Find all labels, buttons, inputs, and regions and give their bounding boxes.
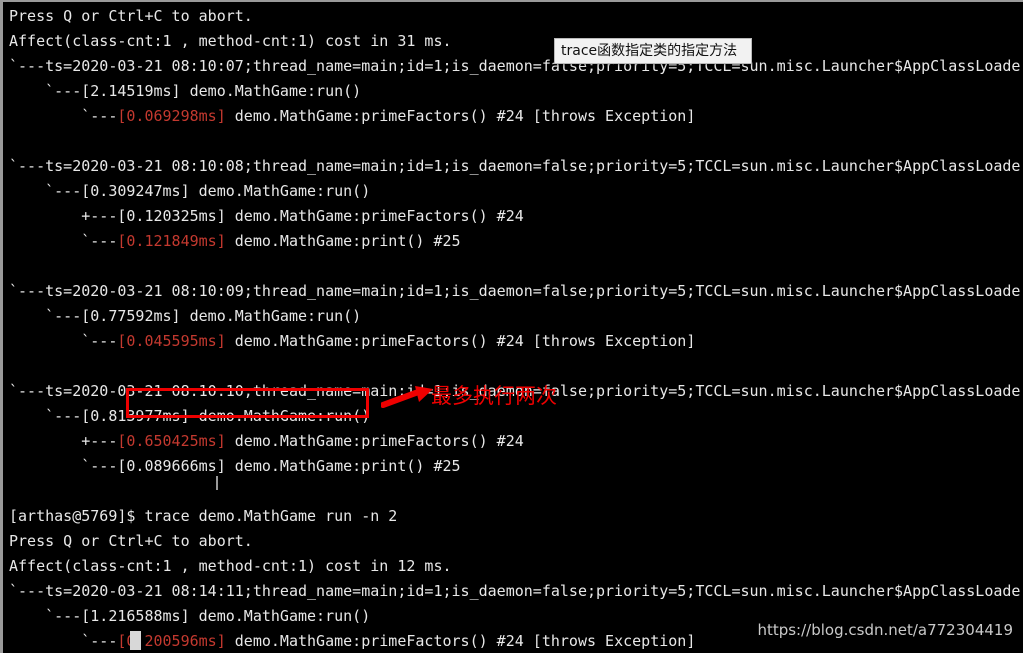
- terminal-text: Press Q or Ctrl+C to abort.: [9, 7, 253, 25]
- terminal-line: Affect(class-cnt:1 , method-cnt:1) cost …: [9, 29, 1023, 54]
- terminal-line: +---[0.650425ms] demo.MathGame:primeFact…: [9, 429, 1023, 454]
- terminal-window[interactable]: Press Q or Ctrl+C to abort. Affect(class-…: [0, 0, 1023, 653]
- terminal-text: Press Q or Ctrl+C to abort.: [9, 532, 253, 550]
- terminal-line: Affect(class-cnt:1 , method-cnt:1) cost …: [9, 554, 1023, 579]
- trace-cost-value: [0.069298ms]: [117, 107, 226, 125]
- cursor-artifact: [216, 476, 218, 490]
- terminal-line: `---[0.045595ms] demo.MathGame:primeFact…: [9, 329, 1023, 354]
- terminal-text: `---ts=2020-03-21 08:14:11;thread_name=m…: [9, 582, 1023, 600]
- terminal-text: `---ts=2020-03-21 08:10:09;thread_name=m…: [9, 282, 1023, 300]
- terminal-line: [arthas@5769]$ trace demo.MathGame run -…: [9, 504, 1023, 529]
- terminal-line: `---[0.089666ms] demo.MathGame:print() #…: [9, 454, 1023, 479]
- terminal-line: `---[0.309247ms] demo.MathGame:run(): [9, 179, 1023, 204]
- terminal-text: `---: [9, 232, 118, 250]
- terminal-line: `---ts=2020-03-21 08:10:09;thread_name=m…: [9, 279, 1023, 304]
- terminal-text: +---[0.120325ms] demo.MathGame:primeFact…: [9, 207, 524, 225]
- terminal-text: `---[2.14519ms] demo.MathGame:run(): [9, 82, 362, 100]
- annotation-label-max-executions: 最多执行两次: [431, 384, 557, 408]
- terminal-text: `---: [9, 107, 118, 125]
- terminal-text: Affect(class-cnt:1 , method-cnt:1) cost …: [9, 32, 452, 50]
- terminal-text: `---[0.813977ms] demo.MathGame:run(): [9, 407, 371, 425]
- trace-cost-value: [0.650425ms]: [117, 432, 226, 450]
- terminal-text: `---ts=2020-03-21 08:10:08;thread_name=m…: [9, 157, 1023, 175]
- terminal-text: +---: [9, 432, 118, 450]
- terminal-text: `---[0.089666ms] demo.MathGame:print() #…: [9, 457, 461, 475]
- terminal-line: `---[2.14519ms] demo.MathGame:run(): [9, 79, 1023, 104]
- terminal-text: `---[1.216588ms] demo.MathGame:run(): [9, 607, 371, 625]
- terminal-line: `---ts=2020-03-21 08:10:07;thread_name=m…: [9, 54, 1023, 79]
- terminal-text: Affect(class-cnt:1 , method-cnt:1) cost …: [9, 557, 452, 575]
- terminal-text: demo.MathGame:print() #25: [225, 232, 461, 250]
- terminal-text: demo.MathGame:primeFactors() #24 [throws…: [225, 332, 696, 350]
- terminal-text: `---[0.77592ms] demo.MathGame:run(): [9, 307, 362, 325]
- terminal-line: `---[0.069298ms] demo.MathGame:primeFact…: [9, 104, 1023, 129]
- terminal-text: demo.MathGame:primeFactors() #24 [throws…: [225, 632, 696, 650]
- terminal-text: `---[0.309247ms] demo.MathGame:run(): [9, 182, 371, 200]
- watermark-text: https://blog.csdn.net/a772304419: [757, 621, 1013, 639]
- terminal-cursor: [130, 631, 141, 650]
- trace-command-tooltip: trace函数指定类的指定方法: [554, 38, 752, 64]
- terminal-line: +---[0.120325ms] demo.MathGame:primeFact…: [9, 204, 1023, 229]
- terminal-line: `---[0.121849ms] demo.MathGame:print() #…: [9, 229, 1023, 254]
- terminal-line: `---[0.77592ms] demo.MathGame:run(): [9, 304, 1023, 329]
- trace-cost-value: [0.121849ms]: [117, 232, 226, 250]
- terminal-text: `---: [9, 632, 118, 650]
- terminal-line: `---ts=2020-03-21 08:10:08;thread_name=m…: [9, 154, 1023, 179]
- terminal-text: demo.MathGame:primeFactors() #24: [225, 432, 524, 450]
- terminal-text: demo.MathGame:primeFactors() #24 [throws…: [225, 107, 696, 125]
- terminal-output[interactable]: Press Q or Ctrl+C to abort. Affect(class-…: [3, 2, 1023, 653]
- terminal-text: `---ts=2020-03-21 08:10:07;thread_name=m…: [9, 57, 1023, 75]
- terminal-text: [arthas@5769]$ trace demo.MathGame run -…: [9, 507, 398, 525]
- trace-cost-value: [0.045595ms]: [117, 332, 226, 350]
- terminal-line: Press Q or Ctrl+C to abort.: [9, 4, 1023, 29]
- terminal-line: Press Q or Ctrl+C to abort.: [9, 529, 1023, 554]
- terminal-text: `---: [9, 332, 118, 350]
- terminal-line: `---ts=2020-03-21 08:14:11;thread_name=m…: [9, 579, 1023, 604]
